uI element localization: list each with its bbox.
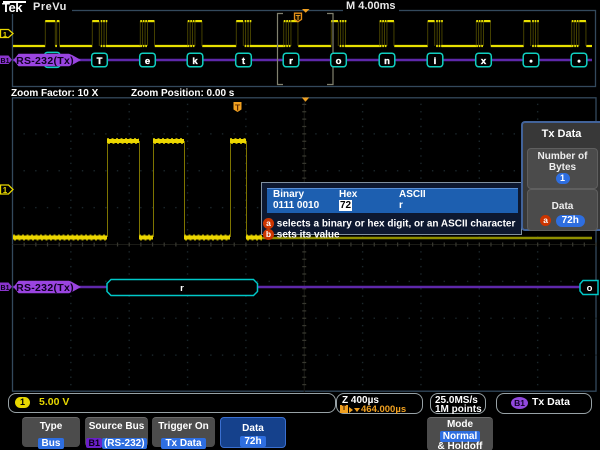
svg-text:B1: B1 <box>1 58 10 65</box>
svg-text:RS-232(Tx): RS-232(Tx) <box>16 282 74 294</box>
svg-text:T: T <box>296 13 301 22</box>
svg-text:RS-232(Tx): RS-232(Tx) <box>16 55 74 67</box>
svg-text:r: r <box>180 283 184 294</box>
svg-text:k: k <box>192 56 198 67</box>
svg-text:n: n <box>384 56 390 67</box>
svg-text:x: x <box>481 56 487 67</box>
svg-text:T: T <box>235 103 241 113</box>
svg-text:o: o <box>587 283 593 294</box>
svg-text:1: 1 <box>3 186 8 195</box>
svg-text:B1: B1 <box>1 285 10 292</box>
svg-text:T: T <box>97 56 103 67</box>
svg-text:1: 1 <box>3 30 7 39</box>
svg-text:o: o <box>336 56 342 67</box>
svg-text:i: i <box>434 56 437 67</box>
svg-text:e: e <box>145 56 150 67</box>
svg-text:r: r <box>289 56 293 67</box>
